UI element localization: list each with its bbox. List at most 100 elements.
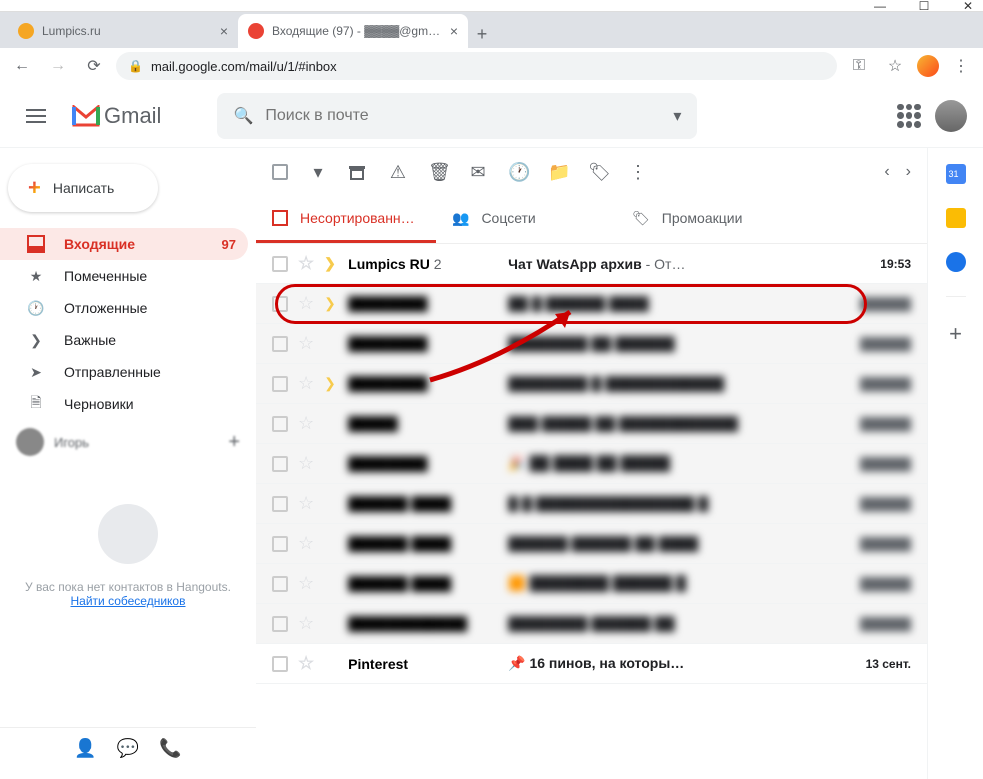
nav-starred[interactable]: ★ Помеченные [0,260,248,292]
mail-row[interactable]: ☆ ❯ Lumpics RU 2 Чат WatsApp архив - От…… [256,244,927,284]
star-icon[interactable]: ☆ [298,493,314,514]
compose-button[interactable]: + Написать [8,164,158,212]
mail-subject: 🟧 ████████ ██████ █ [508,575,850,592]
browser-tab-gmail[interactable]: Входящие (97) - ▓▓▓▓@gmai… × [238,14,468,48]
star-icon[interactable]: ☆ [298,533,314,554]
mail-list: ☆ ❯ Lumpics RU 2 Чат WatsApp архив - От…… [256,244,927,684]
star-icon[interactable]: ☆ [298,573,314,594]
star-icon[interactable]: ☆ [298,293,314,314]
mail-checkbox[interactable] [272,456,288,472]
tab-social[interactable]: 👥 Соцсети [436,196,616,243]
window-close-button[interactable]: ✕ [961,0,975,13]
calendar-addon-button[interactable] [946,164,966,184]
mail-checkbox[interactable] [272,496,288,512]
address-bar: ← → ⟳ 🔒 mail.google.com/mail/u/1/#inbox … [0,48,983,84]
mail-checkbox[interactable] [272,656,288,672]
send-icon: ➤ [26,364,46,381]
window-maximize-button[interactable]: ☐ [917,0,931,13]
select-dropdown-icon[interactable]: ▾ [308,162,328,183]
back-button[interactable]: ← [8,52,36,80]
mail-sender: Lumpics RU 2 [348,256,498,272]
nav-snoozed[interactable]: 🕐 Отложенные [0,292,248,324]
search-box[interactable]: 🔍 ▾ [217,93,697,139]
nav-sent[interactable]: ➤ Отправленные [0,356,248,388]
hangouts-chats-icon[interactable]: 💬 [117,738,139,759]
mail-row[interactable]: ☆ █████ ███ █████ ██ ████████████ ██████ [256,404,927,444]
browser-tab-lumpics[interactable]: Lumpics.ru × [8,14,238,48]
delete-button[interactable]: 🗑 [428,162,448,183]
tab-close-icon[interactable]: × [450,23,458,39]
get-addons-button[interactable]: + [949,321,962,347]
window-minimize-button[interactable]: — [873,0,887,13]
apps-grid-button[interactable] [897,104,921,128]
browser-profile-button[interactable] [917,55,939,77]
account-avatar-button[interactable] [935,100,967,132]
mail-row[interactable]: ☆ ████████ 🎉 ██ ████ ██ █████ ██████ [256,444,927,484]
mail-checkbox[interactable] [272,296,288,312]
browser-chrome: Lumpics.ru × Входящие (97) - ▓▓▓▓@gmai… … [0,12,983,84]
next-page-button[interactable]: › [906,163,911,181]
main-menu-button[interactable] [16,96,56,136]
mark-read-button[interactable]: ✉ [468,162,488,183]
archive-button[interactable] [348,163,368,181]
star-icon[interactable]: ☆ [298,653,314,674]
prev-page-button[interactable]: ‹ [884,163,889,181]
mail-checkbox[interactable] [272,616,288,632]
mail-checkbox[interactable] [272,576,288,592]
mail-row[interactable]: ☆ ❯ ████████ ██ █ ██████ ████ ██████ [256,284,927,324]
reload-button[interactable]: ⟳ [80,52,108,80]
hangouts-contacts-icon[interactable]: 👤 [74,738,96,759]
tab-close-icon[interactable]: × [220,23,228,39]
report-spam-button[interactable]: ⚠ [388,162,408,183]
mail-checkbox[interactable] [272,416,288,432]
hangouts-calls-icon[interactable]: 📞 [159,738,181,759]
url-field[interactable]: 🔒 mail.google.com/mail/u/1/#inbox [116,52,837,80]
star-icon[interactable]: ☆ [298,413,314,434]
mail-row[interactable]: ☆ ████████████ ████████ ██████ ██ ██████ [256,604,927,644]
mail-checkbox[interactable] [272,336,288,352]
important-icon[interactable]: ❯ [324,375,338,392]
gmail-logo[interactable]: Gmail [72,103,161,129]
mail-row[interactable]: ☆ ██████ ████ █ █ ████████████████ █ ███… [256,484,927,524]
mail-row[interactable]: ☆ ██████ ████ ██████ ██████ ██ ████ ████… [256,524,927,564]
star-icon[interactable]: ☆ [298,453,314,474]
new-hangout-button[interactable]: + [228,431,240,454]
mail-row[interactable]: ☆ ❯ ████████ ████████ █ ████████████ ███… [256,364,927,404]
mail-row[interactable]: ☆ Pinterest 📌 16 пинов, на которы… 13 се… [256,644,927,684]
nav-label: Отложенные [64,300,147,316]
more-button[interactable]: ⋮ [628,162,648,183]
hangouts-user-row[interactable]: Игорь + [0,420,256,464]
browser-menu-button[interactable]: ⋮ [947,52,975,80]
mail-checkbox[interactable] [272,256,288,272]
select-all-checkbox[interactable] [272,164,288,180]
mail-checkbox[interactable] [272,376,288,392]
star-icon[interactable]: ☆ [298,373,314,394]
keep-addon-button[interactable] [946,208,966,228]
search-options-icon[interactable]: ▾ [673,106,681,126]
forward-button[interactable]: → [44,52,72,80]
nav-inbox[interactable]: Входящие 97 [0,228,248,260]
tasks-addon-button[interactable] [946,252,966,272]
nav-important[interactable]: ❯ Важные [0,324,248,356]
star-icon[interactable]: ☆ [298,253,314,274]
hangouts-find-link[interactable]: Найти собеседников [20,594,236,608]
key-icon[interactable]: ⚿ [845,52,873,80]
star-icon[interactable]: ☆ [298,333,314,354]
mail-sender: ████████ [348,336,498,352]
mail-row[interactable]: ☆ ████████ ████████ ██ ██████ ██████ [256,324,927,364]
tab-primary[interactable]: Несортированн… [256,196,436,243]
important-icon[interactable]: ❯ [324,295,338,312]
mail-sender: ████████ [348,376,498,392]
labels-button[interactable]: 🏷 [588,162,608,183]
star-icon[interactable]: ☆ [298,613,314,634]
star-icon[interactable]: ☆ [881,52,909,80]
tab-promotions[interactable]: 🏷 Промоакции [616,196,796,243]
mail-row[interactable]: ☆ ██████ ████ 🟧 ████████ ██████ █ ██████ [256,564,927,604]
important-icon[interactable]: ❯ [324,255,338,272]
nav-drafts[interactable]: 🗎 Черновики [0,388,248,420]
snooze-button[interactable]: 🕐 [508,162,528,183]
search-input[interactable] [265,107,661,125]
mail-checkbox[interactable] [272,536,288,552]
move-to-button[interactable]: 📁 [548,162,568,183]
new-tab-button[interactable]: + [468,20,496,48]
